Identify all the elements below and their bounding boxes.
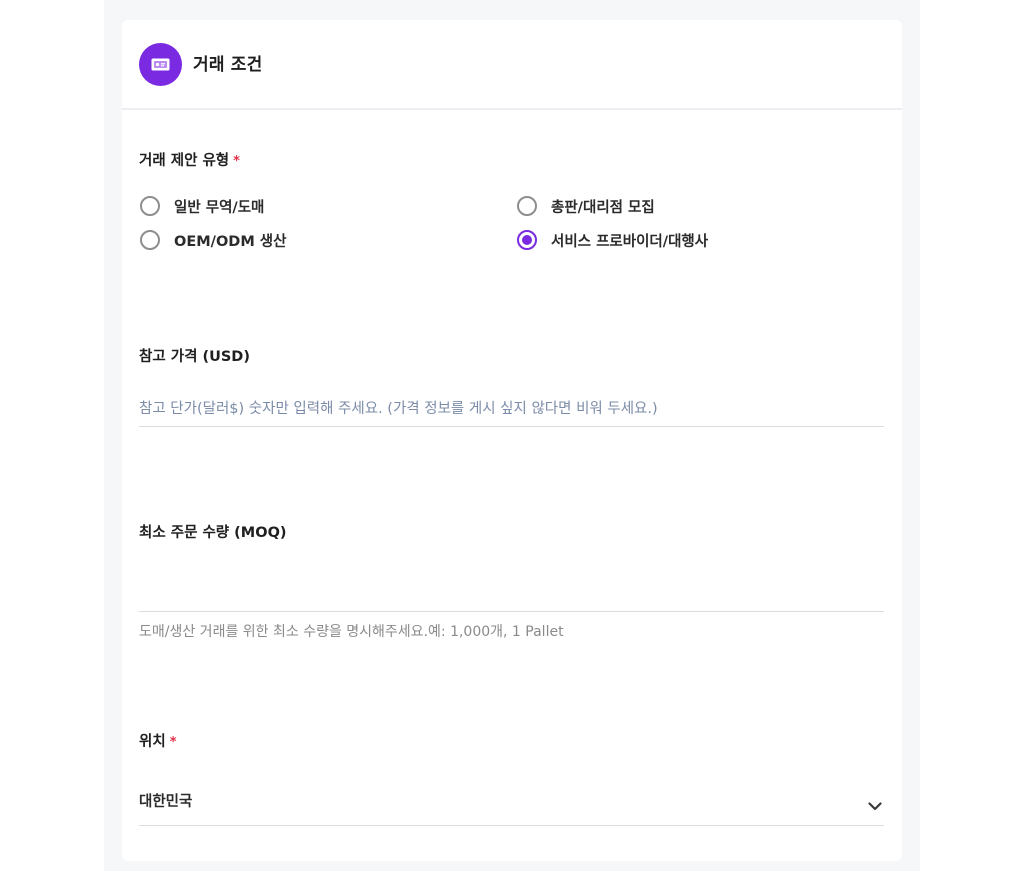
- trade-type-label-text: 거래 제안 유형: [139, 153, 230, 169]
- radio-button-selected[interactable]: [517, 230, 537, 250]
- radio-label: OEM/ODM 생산: [174, 233, 287, 250]
- radio-general-trade[interactable]: 일반 무역/도매: [140, 194, 264, 218]
- reference-price-input[interactable]: [139, 391, 884, 427]
- radio-label: 서비스 프로바이더/대행사: [551, 233, 709, 250]
- reference-price-label: 참고 가격 (USD): [139, 349, 250, 365]
- radio-button[interactable]: [140, 230, 160, 250]
- required-mark: *: [169, 735, 177, 750]
- required-mark: *: [233, 154, 240, 169]
- section-title: 거래 조건: [193, 55, 263, 75]
- radio-distributor[interactable]: 총판/대리점 모집: [517, 194, 655, 218]
- location-select[interactable]: 대한민국: [139, 780, 884, 826]
- moq-label: 최소 주문 수량 (MOQ): [139, 525, 287, 541]
- radio-label: 일반 무역/도매: [174, 199, 265, 216]
- radio-oem-odm[interactable]: OEM/ODM 생산: [140, 228, 286, 252]
- radio-label: 총판/대리점 모집: [551, 199, 655, 216]
- trade-conditions-card: 거래 조건 거래 제안 유형 * 일반 무역/도매 총판/대리점 모집 OEM/O…: [122, 20, 902, 861]
- location-label-text: 위치: [139, 734, 166, 750]
- trade-type-label: 거래 제안 유형 *: [139, 149, 240, 170]
- location-selected-value: 대한민국: [139, 794, 193, 810]
- card-header: 거래 조건: [122, 20, 902, 110]
- moq-helper-text: 도매/생산 거래를 위한 최소 수량을 명시해주세요.예: 1,000개, 1 …: [139, 624, 564, 640]
- price-tag-icon: [139, 43, 182, 86]
- radio-button[interactable]: [517, 196, 537, 216]
- location-label: 위치 *: [139, 730, 177, 751]
- moq-input[interactable]: [139, 576, 884, 612]
- radio-service-provider[interactable]: 서비스 프로바이더/대행사: [517, 228, 708, 252]
- chevron-down-icon[interactable]: [868, 796, 882, 815]
- radio-button[interactable]: [140, 196, 160, 216]
